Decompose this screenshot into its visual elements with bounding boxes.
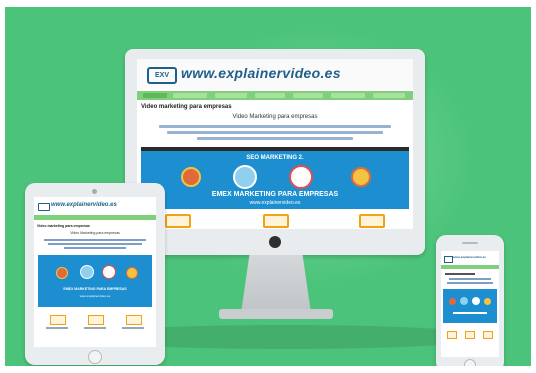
logo-badge[interactable]: EXV — [147, 67, 177, 84]
growth-chart-icon — [359, 214, 385, 228]
play-icon[interactable] — [460, 297, 468, 305]
monitor-base — [219, 309, 333, 319]
feature-caption — [122, 327, 144, 329]
feature-caption — [84, 327, 106, 329]
feature-item — [359, 214, 385, 229]
tablet-banner-headline: EMEX MARKETING PARA EMPRESAS — [63, 287, 127, 291]
tablet-video-banner[interactable]: EMEX MARKETING PARA EMPRESAS www.explain… — [38, 255, 152, 307]
nav-item[interactable] — [331, 93, 365, 98]
promo-scene: EXV www.explainervideo.es Video marketin… — [5, 7, 531, 366]
nav-item[interactable] — [373, 93, 405, 98]
banner-title: SEO MARKETING 2. — [246, 155, 304, 161]
site-navbar — [137, 91, 413, 100]
intro-text-line — [197, 137, 353, 140]
trophy-icon — [126, 267, 138, 279]
screen-icon — [88, 315, 104, 325]
bronze-medal-icon — [449, 298, 456, 305]
video-banner[interactable]: SEO MARKETING 2. EMEX MARKETING PARA EMP… — [141, 147, 409, 209]
feature-item — [263, 214, 289, 229]
growth-chart-icon — [483, 331, 493, 339]
banner-url: www.explainervideo.es — [249, 200, 301, 206]
video-player-bar — [141, 147, 409, 151]
tablet-logo-text[interactable]: www.explainervideo.es — [51, 202, 117, 208]
screen-icon — [465, 331, 475, 339]
page-heading: Video marketing para empresas — [141, 104, 232, 110]
site-logo-text[interactable]: www.explainervideo.es — [181, 65, 341, 81]
bronze-medal-icon — [181, 167, 201, 187]
screen-icon — [263, 214, 289, 228]
feature-item — [165, 214, 191, 229]
video-icon — [165, 214, 191, 228]
nav-item[interactable] — [293, 93, 323, 98]
phone-banner-line — [453, 312, 487, 314]
tablet-navbar — [34, 215, 156, 220]
monitor-stand — [241, 255, 311, 313]
target-icon — [102, 265, 116, 279]
trophy-icon — [351, 167, 371, 187]
nav-item[interactable] — [255, 93, 285, 98]
bronze-medal-icon — [56, 267, 68, 279]
trophy-icon — [484, 298, 491, 305]
tablet-intro-line — [44, 239, 146, 241]
phone-navbar — [441, 265, 499, 269]
intro-text-line — [159, 125, 391, 128]
monitor-logo-dot — [269, 236, 281, 248]
phone-home-button[interactable] — [464, 359, 476, 366]
phone-logo-badge — [444, 256, 453, 263]
nav-item[interactable] — [143, 93, 167, 98]
video-icon — [447, 331, 457, 339]
image-frame: EXV www.explainervideo.es Video marketin… — [0, 0, 536, 373]
phone-text-line — [445, 273, 475, 275]
phone-video-banner[interactable] — [443, 289, 497, 323]
desktop-screen: EXV www.explainervideo.es Video marketin… — [137, 59, 413, 229]
tablet-heading: Video marketing para empresas — [37, 224, 90, 228]
growth-chart-icon — [126, 315, 142, 325]
site-header: EXV www.explainervideo.es — [137, 59, 413, 89]
tablet-subtitle: Video Marketing para empresas — [70, 231, 120, 235]
phone-text-line — [449, 278, 491, 280]
desktop-monitor: EXV www.explainervideo.es Video marketin… — [125, 49, 425, 255]
phone-logo-text[interactable]: www.explainervideo.es — [453, 255, 486, 259]
tablet-intro-line — [48, 243, 142, 245]
intro-text-line — [167, 131, 383, 134]
tablet-logo-badge — [38, 203, 50, 211]
play-icon[interactable] — [233, 165, 257, 189]
phone-device: www.explainervideo.es — [436, 235, 504, 366]
phone-text-line — [447, 282, 493, 284]
nav-item[interactable] — [173, 93, 207, 98]
target-icon — [289, 165, 313, 189]
tablet-banner-url: www.explainervideo.es — [79, 294, 111, 298]
tablet-home-button[interactable] — [88, 350, 102, 364]
page-subtitle: Video Marketing para empresas — [232, 114, 318, 120]
phone-screen: www.explainervideo.es — [441, 251, 499, 357]
tablet-intro-line — [64, 247, 126, 249]
tablet-device: www.explainervideo.es Video marketing pa… — [25, 183, 165, 365]
feature-caption — [46, 327, 68, 329]
phone-speaker — [462, 242, 478, 244]
target-icon — [472, 297, 480, 305]
play-icon[interactable] — [80, 265, 94, 279]
tablet-screen: www.explainervideo.es Video marketing pa… — [34, 197, 156, 347]
banner-headline: EMEX MARKETING PARA EMPRESAS — [211, 191, 339, 198]
nav-item[interactable] — [215, 93, 247, 98]
tablet-camera — [92, 189, 97, 194]
video-icon — [50, 315, 66, 325]
